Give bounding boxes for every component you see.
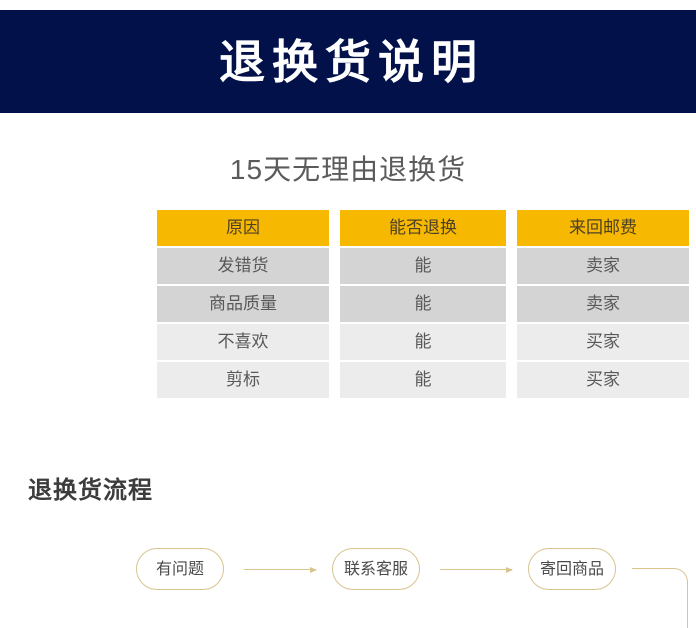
table-header-cell: 来回邮费 bbox=[517, 210, 689, 246]
policy-subtitle: 15天无理由退换货 bbox=[229, 154, 467, 185]
arrow-shaft bbox=[244, 568, 316, 570]
table-cell: 商品质量 bbox=[157, 286, 329, 322]
table-cell: 能 bbox=[340, 362, 506, 398]
flow-arrow-icon bbox=[440, 567, 513, 573]
arrow-head bbox=[506, 567, 513, 573]
flow-section-heading: 退换货流程 bbox=[28, 477, 153, 504]
arrow-shaft bbox=[440, 568, 512, 570]
table-cell: 剪标 bbox=[157, 362, 329, 398]
flow-connector-elbow-icon bbox=[632, 568, 688, 628]
page-title: 退换货说明 bbox=[219, 35, 484, 88]
table-column-reason: 原因 发错货 商品质量 不喜欢 剪标 bbox=[157, 210, 329, 398]
table-header-cell: 能否退换 bbox=[340, 210, 506, 246]
table-cell: 能 bbox=[340, 324, 506, 360]
table-header-cell: 原因 bbox=[157, 210, 329, 246]
table-column-returnable: 能否退换 能 能 能 能 bbox=[340, 210, 506, 398]
flow-step-3: 寄回商品 bbox=[528, 548, 616, 590]
return-process-flowchart: 有问题 联系客服 寄回商品 bbox=[0, 548, 696, 628]
table-column-shipping-fee: 来回邮费 卖家 卖家 买家 买家 bbox=[517, 210, 689, 398]
table-cell: 能 bbox=[340, 286, 506, 322]
page-header-banner: 退换货说明 bbox=[0, 10, 696, 113]
arrow-head bbox=[310, 567, 317, 573]
table-cell: 买家 bbox=[517, 324, 689, 360]
table-cell: 买家 bbox=[517, 362, 689, 398]
table-cell: 卖家 bbox=[517, 248, 689, 284]
table-cell: 卖家 bbox=[517, 286, 689, 322]
return-policy-table: 原因 发错货 商品质量 不喜欢 剪标 能否退换 能 能 能 能 来回邮费 卖家 … bbox=[157, 210, 690, 398]
flow-step-2: 联系客服 bbox=[332, 548, 420, 590]
flow-arrow-icon bbox=[244, 567, 317, 573]
table-cell: 发错货 bbox=[157, 248, 329, 284]
flow-step-1: 有问题 bbox=[136, 548, 224, 590]
table-cell: 能 bbox=[340, 248, 506, 284]
table-cell: 不喜欢 bbox=[157, 324, 329, 360]
